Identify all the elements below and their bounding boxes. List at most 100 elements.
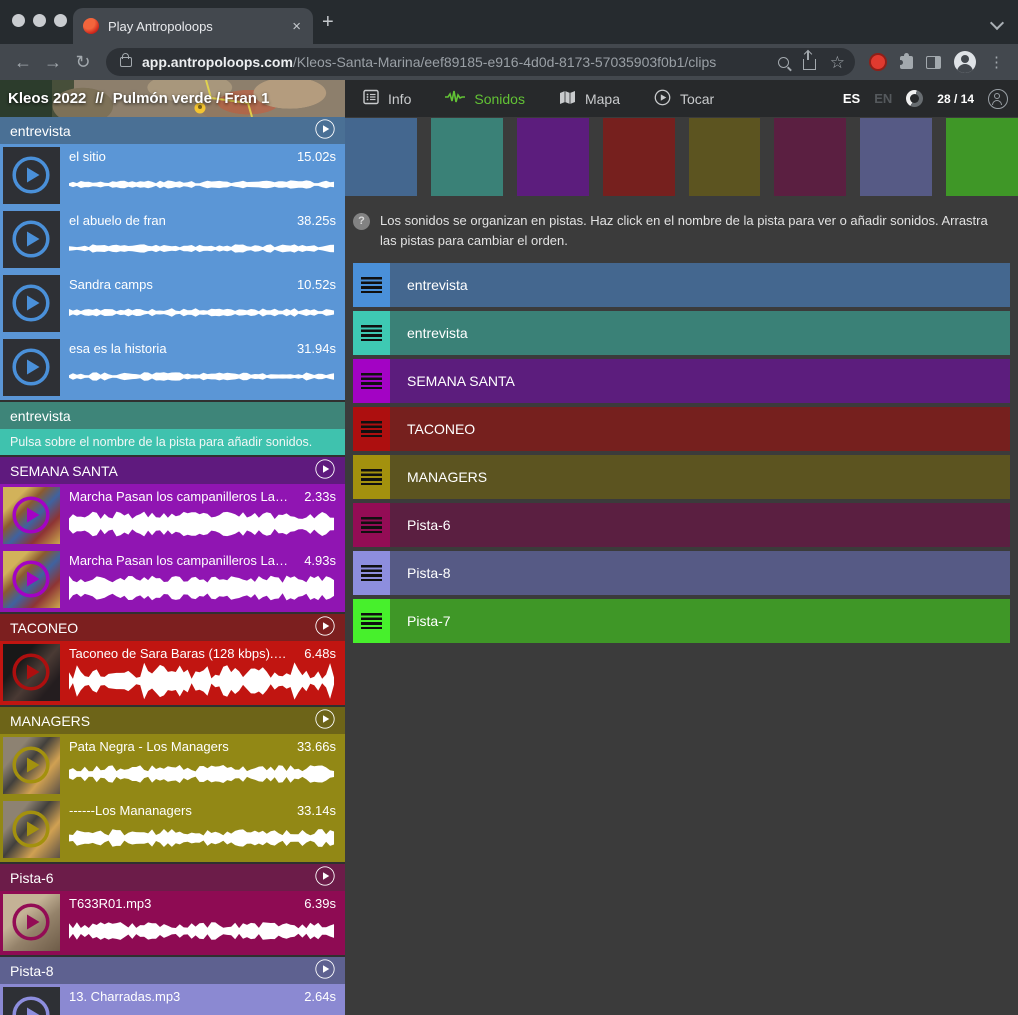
drag-handle[interactable] [353, 503, 390, 547]
track-color-square[interactable] [860, 118, 932, 196]
track-color-square[interactable] [946, 118, 1018, 196]
drag-handle[interactable] [353, 263, 390, 307]
clip-thumbnail[interactable] [3, 275, 60, 332]
track-row[interactable]: SEMANA SANTA [353, 359, 1010, 403]
nav-item-info[interactable]: Info [363, 89, 411, 108]
sidebar-track-header[interactable]: entrevista [0, 402, 345, 429]
map-snapshot[interactable]: Kleos 2022 // Pulmón verde / Fran 1 [0, 80, 345, 117]
clip-thumbnail[interactable] [3, 339, 60, 396]
track-row[interactable]: Pista-8 [353, 551, 1010, 595]
tab-close-icon[interactable]: × [290, 18, 303, 35]
drag-handle[interactable] [353, 455, 390, 499]
track-row-bar[interactable]: SEMANA SANTA [390, 359, 1010, 403]
track-color-square[interactable] [603, 118, 675, 196]
zoom-window-button[interactable] [54, 14, 67, 27]
clip-row[interactable]: el abuelo de fran38.25s [0, 208, 345, 272]
clip-thumbnail[interactable] [3, 487, 60, 544]
clip-row[interactable]: ------Los Mananagers33.14s [0, 798, 345, 862]
clip-thumbnail[interactable] [3, 801, 60, 858]
track-row[interactable]: entrevista [353, 311, 1010, 355]
clip-thumbnail[interactable] [3, 737, 60, 794]
record-icon[interactable] [869, 53, 887, 71]
nav-item-mapa[interactable]: Mapa [559, 90, 620, 108]
track-row[interactable]: entrevista [353, 263, 1010, 307]
play-track-button[interactable] [315, 459, 335, 482]
nav-item-tocar[interactable]: Tocar [654, 89, 714, 109]
zoom-page-icon[interactable] [778, 57, 789, 68]
sidebar-track-header[interactable]: entrevista [0, 117, 345, 144]
track-row-bar[interactable]: Pista-8 [390, 551, 1010, 595]
play-track-button[interactable] [315, 709, 335, 732]
clip-row[interactable]: Pata Negra - Los Managers33.66s [0, 734, 345, 798]
sidebar-track-header[interactable]: TACONEO [0, 614, 345, 641]
minimize-window-button[interactable] [33, 14, 46, 27]
clip-row[interactable]: T633R01.mp36.39s [0, 891, 345, 955]
clip-thumbnail[interactable] [3, 894, 60, 951]
clip-thumbnail[interactable] [3, 987, 60, 1015]
browser-toolbar: ← → ↻ app.antropoloops.com/Kleos-Santa-M… [0, 44, 1018, 80]
side-panel-icon[interactable] [926, 56, 941, 69]
browser-menu-icon[interactable]: ⋮ [989, 53, 1004, 71]
lang-en-button[interactable]: EN [874, 91, 892, 106]
reload-icon[interactable]: ↻ [70, 52, 96, 73]
clip-row[interactable]: Taconeo de Sara Baras (128 kbps).mp36.48… [0, 641, 345, 705]
track-row[interactable]: Pista-7 [353, 599, 1010, 643]
forward-icon[interactable]: → [40, 52, 66, 73]
clip-row[interactable]: Sandra camps10.52s [0, 272, 345, 336]
play-track-button[interactable] [315, 866, 335, 889]
clip-row[interactable]: Marcha Pasan los campanilleros Las Mejor… [0, 484, 345, 548]
sidebar-track-header[interactable]: Pista-8 [0, 957, 345, 984]
account-icon[interactable] [988, 89, 1008, 109]
track-row-bar[interactable]: MANAGERS [390, 455, 1010, 499]
clip-thumbnail[interactable] [3, 644, 60, 701]
sidebar-track-header[interactable]: Pista-6 [0, 864, 345, 891]
track-row[interactable]: Pista-6 [353, 503, 1010, 547]
play-track-button[interactable] [315, 616, 335, 639]
lang-es-button[interactable]: ES [843, 91, 860, 106]
lock-icon[interactable] [120, 57, 132, 67]
track-color-square[interactable] [689, 118, 761, 196]
clip-row[interactable]: 13. Charradas.mp32.64s [0, 984, 345, 1015]
clip-row[interactable]: esa es la historia31.94s [0, 336, 345, 400]
track-row[interactable]: MANAGERS [353, 455, 1010, 499]
track-color-square[interactable] [431, 118, 503, 196]
track-row-bar[interactable]: Pista-7 [390, 599, 1010, 643]
track-row-bar[interactable]: TACONEO [390, 407, 1010, 451]
drag-handle[interactable] [353, 599, 390, 643]
track-color-square[interactable] [774, 118, 846, 196]
share-icon[interactable] [803, 59, 816, 70]
drag-handle[interactable] [353, 359, 390, 403]
help-icon: ? [353, 213, 370, 230]
drag-handle-icon [361, 469, 382, 485]
clip-thumbnail[interactable] [3, 551, 60, 608]
close-window-button[interactable] [12, 14, 25, 27]
drag-handle[interactable] [353, 551, 390, 595]
address-bar[interactable]: app.antropoloops.com/Kleos-Santa-Marina/… [106, 48, 855, 76]
track-row-label: Pista-7 [407, 613, 451, 629]
browser-tab[interactable]: Play Antropoloops × [73, 8, 313, 44]
track-row[interactable]: TACONEO [353, 407, 1010, 451]
sidebar-track-header[interactable]: SEMANA SANTA [0, 457, 345, 484]
profile-avatar[interactable] [954, 51, 976, 73]
play-track-button[interactable] [315, 119, 335, 142]
tab-search-chevron-icon[interactable] [990, 16, 1004, 30]
track-color-square[interactable] [517, 118, 589, 196]
track-color-square[interactable] [345, 118, 417, 196]
drag-handle[interactable] [353, 311, 390, 355]
track-row-bar[interactable]: entrevista [390, 311, 1010, 355]
clip-thumbnail[interactable] [3, 211, 60, 268]
clip-row[interactable]: Marcha Pasan los campanilleros Las Mejor… [0, 548, 345, 612]
clip-row[interactable]: el sitio15.02s [0, 144, 345, 208]
sidebar-track-name: MANAGERS [10, 713, 90, 729]
nav-item-sonidos[interactable]: Sonidos [445, 89, 525, 108]
play-track-button[interactable] [315, 959, 335, 982]
clip-thumbnail[interactable] [3, 147, 60, 204]
sidebar-track-header[interactable]: MANAGERS [0, 707, 345, 734]
drag-handle[interactable] [353, 407, 390, 451]
track-row-bar[interactable]: entrevista [390, 263, 1010, 307]
new-tab-button[interactable]: + [322, 12, 334, 32]
track-row-bar[interactable]: Pista-6 [390, 503, 1010, 547]
bookmark-star-icon[interactable]: ☆ [830, 54, 845, 71]
back-icon[interactable]: ← [10, 52, 36, 73]
extensions-puzzle-icon[interactable] [900, 56, 913, 69]
